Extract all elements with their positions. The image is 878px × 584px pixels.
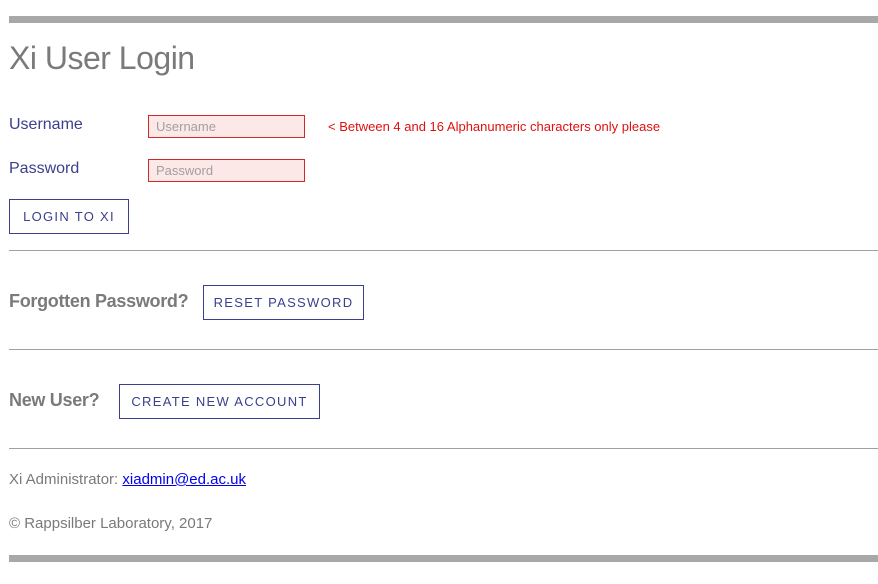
top-border-bar [9, 16, 878, 23]
username-input[interactable] [148, 115, 305, 138]
username-label: Username [9, 116, 83, 133]
reset-password-button[interactable]: RESET PASSWORD [203, 285, 364, 320]
username-validation-message: < Between 4 and 16 Alphanumeric characte… [328, 119, 661, 134]
bottom-border-bar [9, 555, 878, 562]
password-label: Password [9, 160, 80, 177]
password-input[interactable] [148, 159, 305, 182]
create-account-button[interactable]: CREATE NEW ACCOUNT [119, 384, 320, 419]
page-title: Xi User Login [9, 40, 195, 76]
admin-label: Xi Administrator: [9, 471, 119, 488]
divider [9, 349, 878, 350]
login-page: Xi User Login Username < Between 4 and 1… [0, 0, 878, 584]
new-user-heading: New User? [9, 390, 100, 410]
divider [9, 250, 878, 251]
admin-contact: Xi Administrator: xiadmin@ed.ac.uk [9, 471, 246, 488]
forgotten-password-heading: Forgotten Password? [9, 291, 189, 311]
divider [9, 448, 878, 449]
login-button[interactable]: LOGIN TO XI [9, 199, 129, 234]
admin-email-link[interactable]: xiadmin@ed.ac.uk [122, 471, 246, 488]
copyright-text: © Rappsilber Laboratory, 2017 [9, 515, 213, 532]
